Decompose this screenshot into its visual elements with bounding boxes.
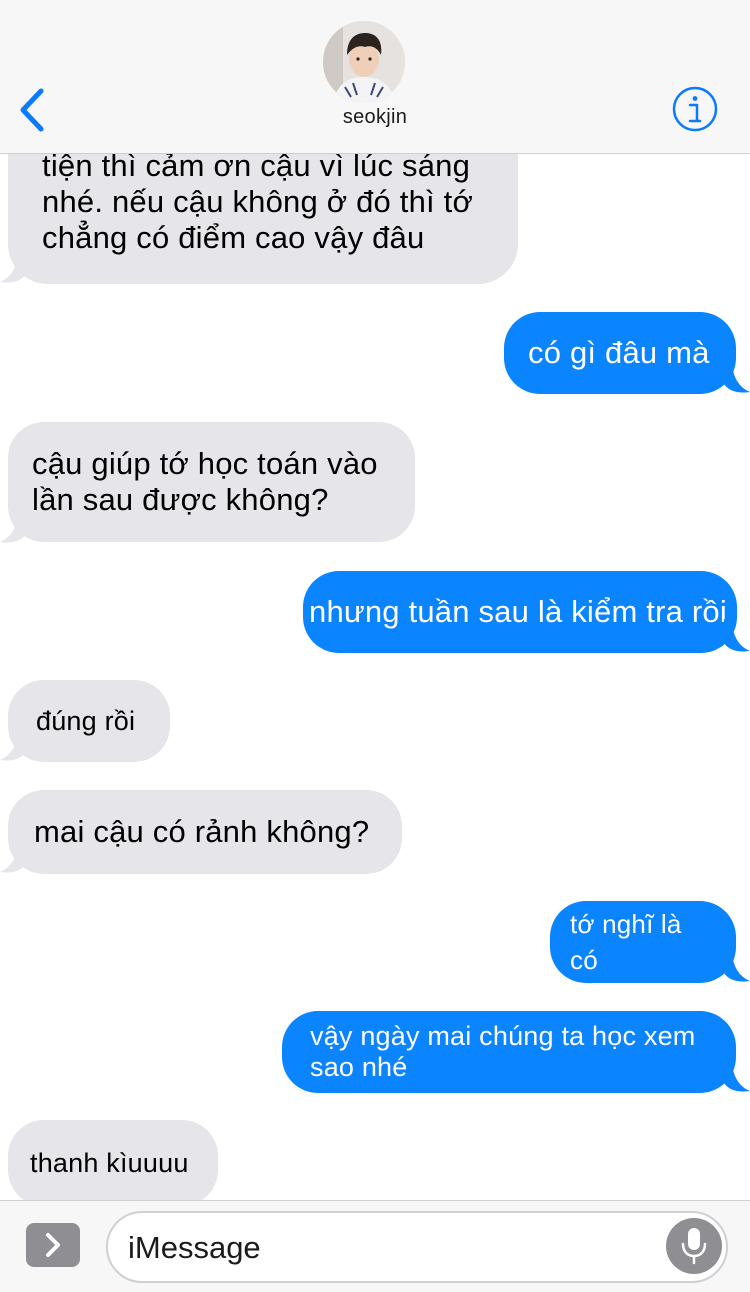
outgoing-message[interactable]: tớ nghĩ là có: [550, 901, 736, 983]
contact-avatar[interactable]: [323, 21, 405, 103]
incoming-message[interactable]: mai cậu có rảnh không?: [8, 790, 402, 874]
message-text: có gì đâu mà: [528, 335, 710, 370]
message-text: tiện thì cảm ơn cậu vì lúc sáng nhé. nếu…: [42, 154, 474, 255]
bubble-tail: [0, 840, 26, 873]
chevron-right-icon: [46, 1233, 60, 1257]
bubble-tail: [724, 949, 750, 982]
info-icon: [672, 86, 718, 132]
compose-bar: [0, 1200, 750, 1292]
expand-apps-button[interactable]: [26, 1223, 80, 1267]
bubble-tail: [724, 1059, 750, 1092]
message-text: vậy ngày mai chúng ta học xem sao nhé: [310, 1021, 696, 1082]
incoming-message[interactable]: đúng rồi: [8, 680, 170, 762]
message-text: tớ nghĩ là có: [570, 909, 682, 975]
dictation-button[interactable]: [666, 1218, 722, 1274]
conversation-header: seokjin: [0, 0, 750, 154]
message-text: cậu giúp tớ học toán vào lần sau được kh…: [32, 446, 378, 517]
contact-name[interactable]: seokjin: [0, 106, 750, 129]
message-text: mai cậu có rảnh không?: [34, 814, 370, 849]
info-button[interactable]: [671, 85, 719, 133]
message-input[interactable]: [126, 1225, 650, 1271]
incoming-message[interactable]: cậu giúp tớ học toán vào lần sau được kh…: [8, 422, 415, 542]
bubble-tail: [724, 360, 750, 393]
outgoing-message[interactable]: có gì đâu mà: [504, 312, 736, 394]
message-field[interactable]: [106, 1211, 728, 1283]
message-text: đúng rồi: [36, 706, 136, 736]
avatar-photo: [323, 21, 405, 103]
incoming-message[interactable]: tiện thì cảm ơn cậu vì lúc sáng nhé. nếu…: [8, 154, 518, 284]
outgoing-message[interactable]: nhưng tuần sau là kiểm tra rồi: [303, 571, 737, 653]
bubble-tail: [724, 619, 750, 652]
bubble-tail: [0, 728, 26, 761]
outgoing-message[interactable]: vậy ngày mai chúng ta học xem sao nhé: [282, 1011, 736, 1093]
bubble-tail: [0, 250, 26, 283]
message-thread[interactable]: tiện thì cảm ơn cậu vì lúc sáng nhé. nếu…: [0, 154, 750, 1200]
microphone-icon: [681, 1228, 707, 1265]
bubble-tail: [0, 510, 26, 543]
incoming-message[interactable]: thanh kìuuuu: [8, 1120, 218, 1200]
message-text: nhưng tuần sau là kiểm tra rồi: [309, 594, 727, 629]
message-text: thanh kìuuuu: [30, 1148, 189, 1178]
